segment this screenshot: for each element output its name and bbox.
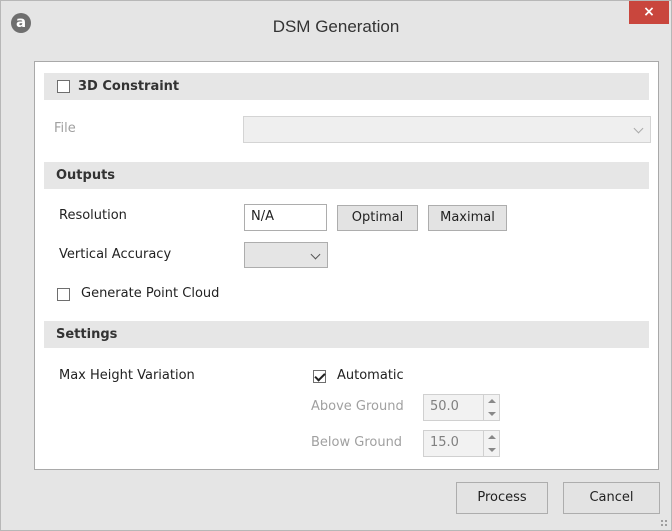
resize-grip-icon[interactable] <box>660 519 668 527</box>
file-label: File <box>54 121 76 136</box>
resolution-input[interactable]: N/A <box>244 204 327 231</box>
above-ground-input[interactable]: 50.0 <box>423 394 500 421</box>
spin-down-icon[interactable] <box>488 412 496 416</box>
below-ground-input[interactable]: 15.0 <box>423 430 500 457</box>
below-ground-spinner[interactable] <box>483 431 499 456</box>
cancel-button[interactable]: Cancel <box>563 482 660 514</box>
generate-point-cloud-label: Generate Point Cloud <box>81 286 220 301</box>
spin-up-icon[interactable] <box>488 399 496 403</box>
window-title: DSM Generation <box>272 17 400 36</box>
above-ground-label: Above Ground <box>311 399 404 414</box>
main-panel: 3D Constraint File Outputs Resolution N/… <box>34 61 659 470</box>
below-ground-label: Below Ground <box>311 435 403 450</box>
title-bar[interactable]: a DSM Generation × <box>1 1 671 61</box>
vertical-accuracy-label: Vertical Accuracy <box>59 247 172 262</box>
automatic-label: Automatic <box>337 368 404 383</box>
chevron-down-icon <box>310 249 321 260</box>
dsm-generation-dialog: a DSM Generation × 3D Constraint File Ou… <box>0 0 672 531</box>
close-button[interactable]: × <box>629 1 669 24</box>
settings-section-header: Settings <box>44 321 649 348</box>
vertical-accuracy-dropdown[interactable] <box>244 242 328 268</box>
above-ground-spinner[interactable] <box>483 395 499 420</box>
automatic-checkbox[interactable] <box>313 370 326 383</box>
generate-point-cloud-checkbox[interactable] <box>57 288 70 301</box>
file-dropdown[interactable] <box>243 116 651 143</box>
above-ground-value: 50.0 <box>430 399 459 414</box>
chevron-down-icon <box>633 123 644 134</box>
optimal-button[interactable]: Optimal <box>337 205 418 231</box>
below-ground-value: 15.0 <box>430 435 459 450</box>
settings-section-title: Settings <box>56 327 118 342</box>
max-height-variation-label: Max Height Variation <box>59 368 195 383</box>
outputs-section-header: Outputs <box>44 162 649 189</box>
maximal-button[interactable]: Maximal <box>428 205 507 231</box>
3d-constraint-checkbox[interactable] <box>57 80 70 93</box>
spin-up-icon[interactable] <box>488 435 496 439</box>
spin-down-icon[interactable] <box>488 448 496 452</box>
3d-constraint-label: 3D Constraint <box>78 79 180 94</box>
resolution-label: Resolution <box>59 208 127 223</box>
constraint-section-header: 3D Constraint <box>44 73 649 100</box>
process-button[interactable]: Process <box>456 482 548 514</box>
outputs-section-title: Outputs <box>56 168 116 183</box>
